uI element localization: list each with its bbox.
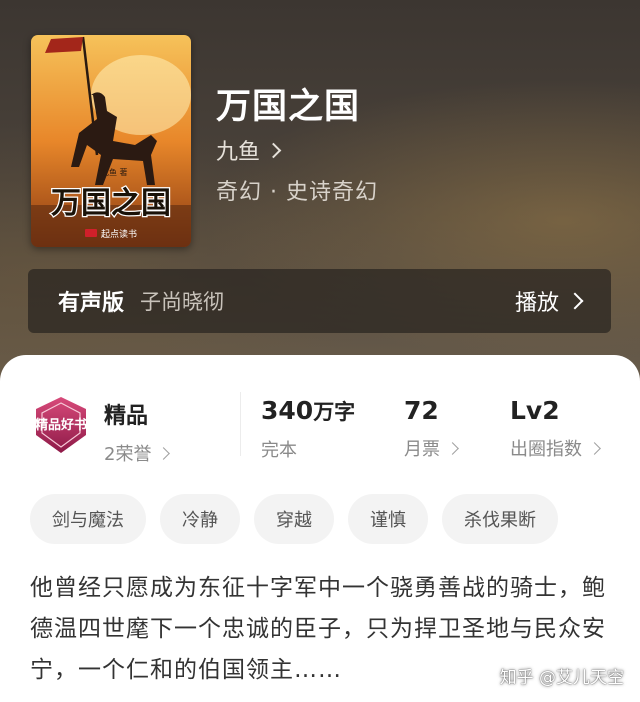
watermark: 知乎 @艾儿天空 [499, 668, 624, 688]
tag-chip[interactable]: 冷静 [160, 494, 240, 544]
tag-chip[interactable]: 谨慎 [348, 494, 428, 544]
monthly-ticket-stat[interactable]: 72 月票 [404, 396, 459, 461]
audio-narrator: 子尚晓彻 [140, 290, 225, 314]
cover-publisher: 起点读书 [101, 228, 137, 240]
completion-status: 完本 [261, 440, 297, 461]
play-button[interactable]: 播放 [514, 285, 584, 317]
quality-stat[interactable]: 精品 2荣誉 [104, 398, 171, 466]
play-label: 播放 [514, 291, 559, 316]
word-count-stat: 340万字 完本 [261, 396, 355, 462]
word-count-value: 340 [261, 396, 314, 425]
popularity-stat[interactable]: Lv2 出圈指数 [510, 396, 601, 461]
quality-title: 精品 [104, 404, 149, 429]
audio-version-bar[interactable]: 有声版 子尚晓彻 播放 [28, 269, 611, 333]
tag-list: 剑与魔法 冷静 穿越 谨慎 杀伐果断 [30, 494, 558, 544]
chevron-right-icon [157, 446, 171, 460]
cover-author-tag: 九鱼 著 [101, 167, 128, 177]
chevron-right-icon [566, 292, 584, 310]
chevron-right-icon [588, 441, 601, 455]
monthly-ticket-label: 月票 [404, 439, 440, 460]
book-header: 九鱼 著 万国之国 起点读书 万国之国 九鱼 奇幻 · 史诗奇幻 有声版 子尚晓… [0, 0, 640, 400]
book-cover[interactable]: 九鱼 著 万国之国 起点读书 [31, 35, 191, 247]
tag-chip[interactable]: 剑与魔法 [30, 494, 146, 544]
tag-chip[interactable]: 杀伐果断 [442, 494, 558, 544]
honor-count: 2荣誉 [104, 444, 152, 465]
cover-title: 万国之国 [51, 186, 171, 221]
chevron-right-icon [265, 142, 282, 158]
chevron-right-icon [446, 441, 459, 455]
monthly-ticket-value: 72 [404, 396, 439, 425]
popularity-label: 出圈指数 [510, 439, 582, 460]
audio-label: 有声版 [58, 291, 125, 316]
book-title: 万国之国 [216, 87, 361, 127]
author-link[interactable]: 九鱼 [216, 134, 282, 166]
genre-label: 奇幻 · 史诗奇幻 [216, 180, 378, 205]
author-name: 九鱼 [216, 140, 261, 165]
tag-chip[interactable]: 穿越 [254, 494, 334, 544]
badge-text: 精品好书 [35, 417, 87, 433]
popularity-level: Lv2 [510, 396, 560, 425]
quality-badge-icon: 精品好书 [35, 397, 87, 453]
word-count-unit: 万字 [313, 400, 356, 424]
stats-divider [240, 392, 241, 456]
honor-link[interactable]: 2荣誉 [104, 440, 171, 466]
